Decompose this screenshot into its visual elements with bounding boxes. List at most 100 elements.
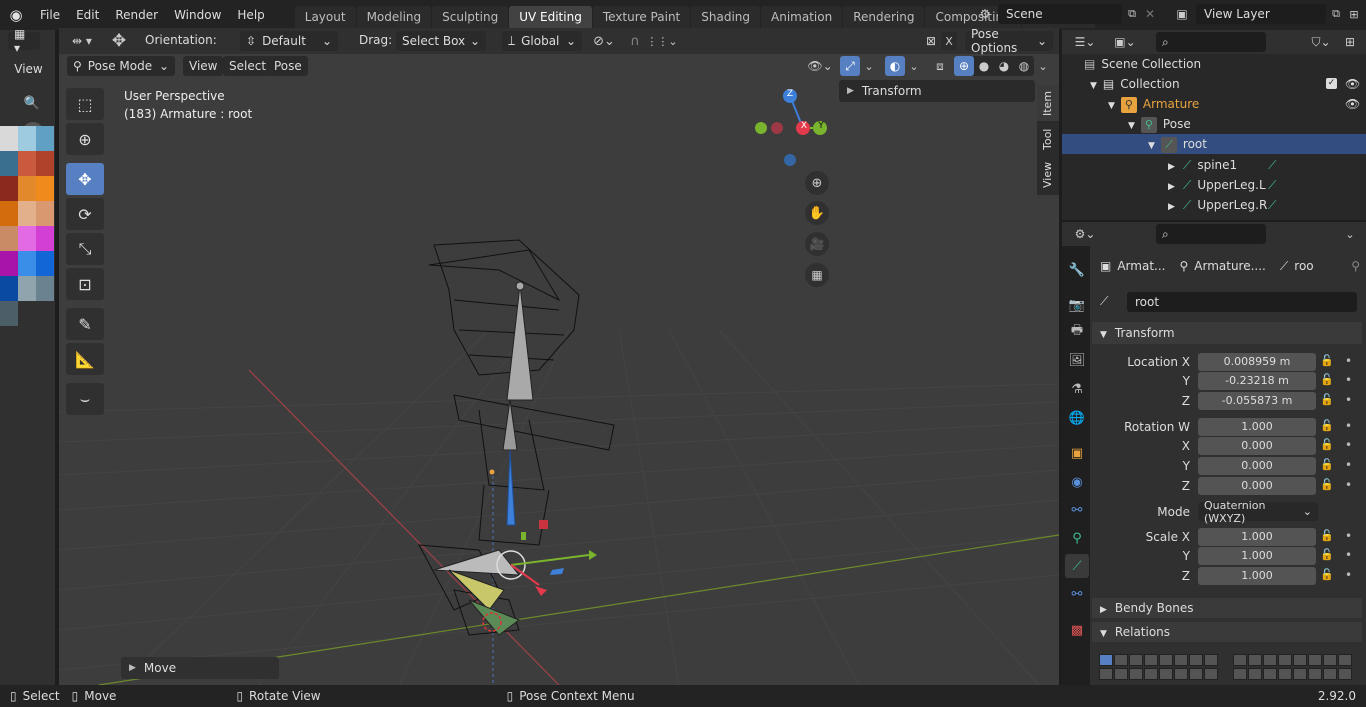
- wireframe-shading-icon[interactable]: ⊕: [954, 56, 974, 76]
- filter-icon[interactable]: ⛉⌄: [1306, 32, 1336, 52]
- bone-layer-toggle[interactable]: [1159, 668, 1173, 680]
- bone-layer-toggle[interactable]: [1278, 654, 1292, 666]
- view-layer-tab-icon[interactable]: 🖼: [1065, 348, 1089, 372]
- bone-layer-toggle[interactable]: [1099, 668, 1113, 680]
- bone-tab-icon[interactable]: ⟋: [1065, 554, 1089, 578]
- tab-modeling[interactable]: Modeling: [356, 6, 432, 28]
- n-panel-tab-item[interactable]: Item: [1037, 85, 1059, 121]
- editor-type-icon[interactable]: ▦ ▾: [8, 27, 40, 55]
- texture-tab-icon[interactable]: ▩: [1065, 618, 1089, 642]
- snap-magnet-icon[interactable]: ∩: [625, 31, 645, 51]
- bone-layer-toggle[interactable]: [1233, 668, 1247, 680]
- properties-editor-type-icon[interactable]: ⚙⌄: [1070, 224, 1100, 244]
- n-panel-tab-view[interactable]: View: [1037, 157, 1059, 193]
- scale-z-field[interactable]: 1.000: [1198, 567, 1316, 585]
- outliner-root[interactable]: ▼ ⟋ root: [1148, 134, 1366, 154]
- gizmo-toggle-icon[interactable]: ⤢: [840, 56, 860, 76]
- scale-tool[interactable]: ⤡: [66, 233, 104, 265]
- lock-icon[interactable]: 🔓: [1320, 373, 1334, 386]
- move-tool[interactable]: ✥: [66, 163, 104, 195]
- x-mirror-toggle[interactable]: X: [941, 32, 957, 50]
- bone-layer-toggle[interactable]: [1174, 654, 1188, 666]
- bone-layer-toggle[interactable]: [1308, 668, 1322, 680]
- n-panel-transform-header[interactable]: ▶ Transform: [839, 80, 1035, 102]
- location-y-field[interactable]: -0.23218 m: [1198, 372, 1316, 390]
- chevron-down-icon[interactable]: ⌄: [1340, 224, 1360, 244]
- bone-layer-toggle[interactable]: [1233, 654, 1247, 666]
- bone-layer-toggle[interactable]: [1338, 654, 1352, 666]
- annotate-tool[interactable]: ✎: [66, 308, 104, 340]
- bone-layer-toggle[interactable]: [1278, 668, 1292, 680]
- bone-layer-toggle[interactable]: [1159, 654, 1173, 666]
- mirror-icon[interactable]: ⊠: [921, 31, 941, 51]
- palette-swatch[interactable]: [0, 201, 18, 226]
- transform-tool-icon[interactable]: ⇹ ▾: [65, 31, 99, 51]
- select-menu[interactable]: Select: [223, 56, 273, 76]
- palette-swatch[interactable]: [36, 126, 54, 151]
- move-gizmo-y-arrow[interactable]: [589, 550, 597, 560]
- material-shading-icon[interactable]: ◕: [994, 56, 1014, 76]
- pan-view-icon[interactable]: ✋: [805, 201, 829, 225]
- output-tab-icon[interactable]: 🖶: [1065, 320, 1089, 344]
- bone-layer-toggle[interactable]: [1114, 668, 1128, 680]
- palette-swatch[interactable]: [18, 276, 36, 301]
- mode-dropdown[interactable]: ⚲ Pose Mode ⌄: [67, 56, 175, 76]
- view-layer-selector[interactable]: ▣ View Layer ⧉ ⊞: [1168, 4, 1362, 24]
- outliner-search-input[interactable]: ⌕: [1156, 32, 1266, 52]
- bendy-bones-section-header[interactable]: ▶ Bendy Bones: [1092, 598, 1362, 618]
- location-x-field[interactable]: 0.008959 m: [1198, 353, 1316, 371]
- palette-swatch[interactable]: [36, 226, 54, 251]
- transform-section-header[interactable]: ▼ Transform: [1092, 322, 1362, 344]
- pose-menu[interactable]: Pose: [268, 56, 308, 76]
- physics-tab-icon[interactable]: ◉: [1065, 470, 1089, 494]
- outliner-bone-spine1[interactable]: ▶ ⟋ spine1 ⟋: [1168, 155, 1348, 175]
- tab-sculpting[interactable]: Sculpting: [432, 6, 509, 28]
- lock-icon[interactable]: 🔓: [1320, 548, 1334, 561]
- transform-tool[interactable]: ⊡: [66, 268, 104, 300]
- bone-layer-toggle[interactable]: [1204, 668, 1218, 680]
- scale-x-field[interactable]: 1.000: [1198, 528, 1316, 546]
- keyframe-dot-icon[interactable]: •: [1345, 529, 1352, 543]
- palette-swatch[interactable]: [18, 176, 36, 201]
- bone-layer-toggle[interactable]: [1174, 668, 1188, 680]
- palette-swatch[interactable]: [0, 251, 18, 276]
- outliner-scene-collection[interactable]: ▤ Scene Collection: [1084, 54, 1364, 74]
- bone-layer-toggle[interactable]: [1144, 668, 1158, 680]
- collection-checkbox[interactable]: ✓: [1326, 78, 1337, 89]
- tab-uv-editing[interactable]: UV Editing: [509, 6, 592, 28]
- move-gizmo-plane-yz[interactable]: [539, 520, 548, 529]
- overlays-toggle-icon[interactable]: ◐: [885, 56, 905, 76]
- rendered-shading-icon[interactable]: ◍: [1014, 56, 1034, 76]
- properties-search-input[interactable]: ⌕: [1156, 224, 1266, 244]
- outliner-bone-upperleg-r[interactable]: ▶ ⟋ UpperLeg.R ⟋: [1168, 195, 1348, 215]
- zoom-icon[interactable]: 🔍: [20, 92, 44, 114]
- pin-icon[interactable]: ⚲: [1351, 259, 1360, 273]
- rotation-y-field[interactable]: 0.000: [1198, 457, 1316, 475]
- outliner-armature[interactable]: ▼ ⚲ Armature 👁: [1108, 94, 1366, 114]
- ortho-grid-icon[interactable]: ▦: [805, 263, 829, 287]
- palette-swatch[interactable]: [18, 226, 36, 251]
- keyframe-dot-icon[interactable]: •: [1345, 373, 1352, 387]
- render-tab-icon[interactable]: 📷: [1065, 293, 1089, 317]
- bone-layer-toggle[interactable]: [1129, 654, 1143, 666]
- copy-scene-icon[interactable]: ⧉: [1122, 7, 1142, 21]
- n-panel-tab-tool[interactable]: Tool: [1037, 121, 1059, 157]
- scale-y-field[interactable]: 1.000: [1198, 547, 1316, 565]
- outliner-editor-type-icon[interactable]: ☰⌄: [1070, 32, 1100, 52]
- tool-tab-icon[interactable]: 🔧: [1065, 258, 1089, 282]
- navigation-gizmo[interactable]: [749, 85, 839, 175]
- bone-layer-toggle[interactable]: [1308, 654, 1322, 666]
- lock-icon[interactable]: 🔓: [1320, 393, 1334, 406]
- constraints-tab-icon[interactable]: ⚯: [1065, 498, 1089, 522]
- palette-swatch[interactable]: [36, 201, 54, 226]
- chevron-down-icon[interactable]: ⌄: [1036, 56, 1050, 76]
- pivot-point-icon[interactable]: ⊘⌄: [590, 31, 618, 51]
- bone-name-field[interactable]: root: [1127, 292, 1357, 312]
- visibility-eye-icon[interactable]: 👁⌄: [806, 56, 834, 76]
- bone-layer-toggle[interactable]: [1189, 668, 1203, 680]
- palette-swatch[interactable]: [36, 151, 54, 176]
- rotation-x-field[interactable]: 0.000: [1198, 437, 1316, 455]
- palette-swatch[interactable]: [18, 126, 36, 151]
- tab-animation[interactable]: Animation: [761, 6, 843, 28]
- copy-view-layer-icon[interactable]: ⧉: [1326, 7, 1346, 21]
